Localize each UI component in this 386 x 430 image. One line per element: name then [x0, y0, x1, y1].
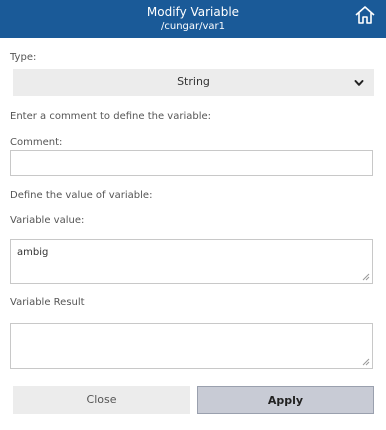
variable-path: /cungar/var1 [160, 21, 226, 32]
dialog-title: Modify Variable [146, 5, 240, 19]
type-select[interactable]: String [13, 69, 374, 96]
variable-value-text: ambig [17, 247, 49, 258]
home-button[interactable] [354, 4, 376, 26]
comment-hint: Enter a comment to define the variable: [10, 111, 212, 122]
resize-handle-icon[interactable] [362, 273, 370, 281]
variable-value-label: Variable value: [10, 215, 85, 226]
type-select-value: String [177, 75, 210, 88]
value-hint: Define the value of variable: [10, 190, 153, 201]
chevron-down-icon [354, 80, 364, 86]
variable-value-textarea[interactable]: ambig [10, 239, 373, 284]
variable-result-textarea[interactable] [10, 323, 373, 369]
resize-handle-icon[interactable] [362, 358, 370, 366]
type-label: Type: [10, 52, 37, 63]
apply-button[interactable]: Apply [197, 386, 374, 414]
comment-label: Comment: [10, 137, 63, 148]
header-bar: Modify Variable /cungar/var1 [0, 0, 386, 38]
home-icon [355, 6, 375, 24]
comment-input[interactable] [10, 150, 373, 176]
close-button[interactable]: Close [13, 386, 190, 414]
variable-result-label: Variable Result [10, 297, 85, 308]
